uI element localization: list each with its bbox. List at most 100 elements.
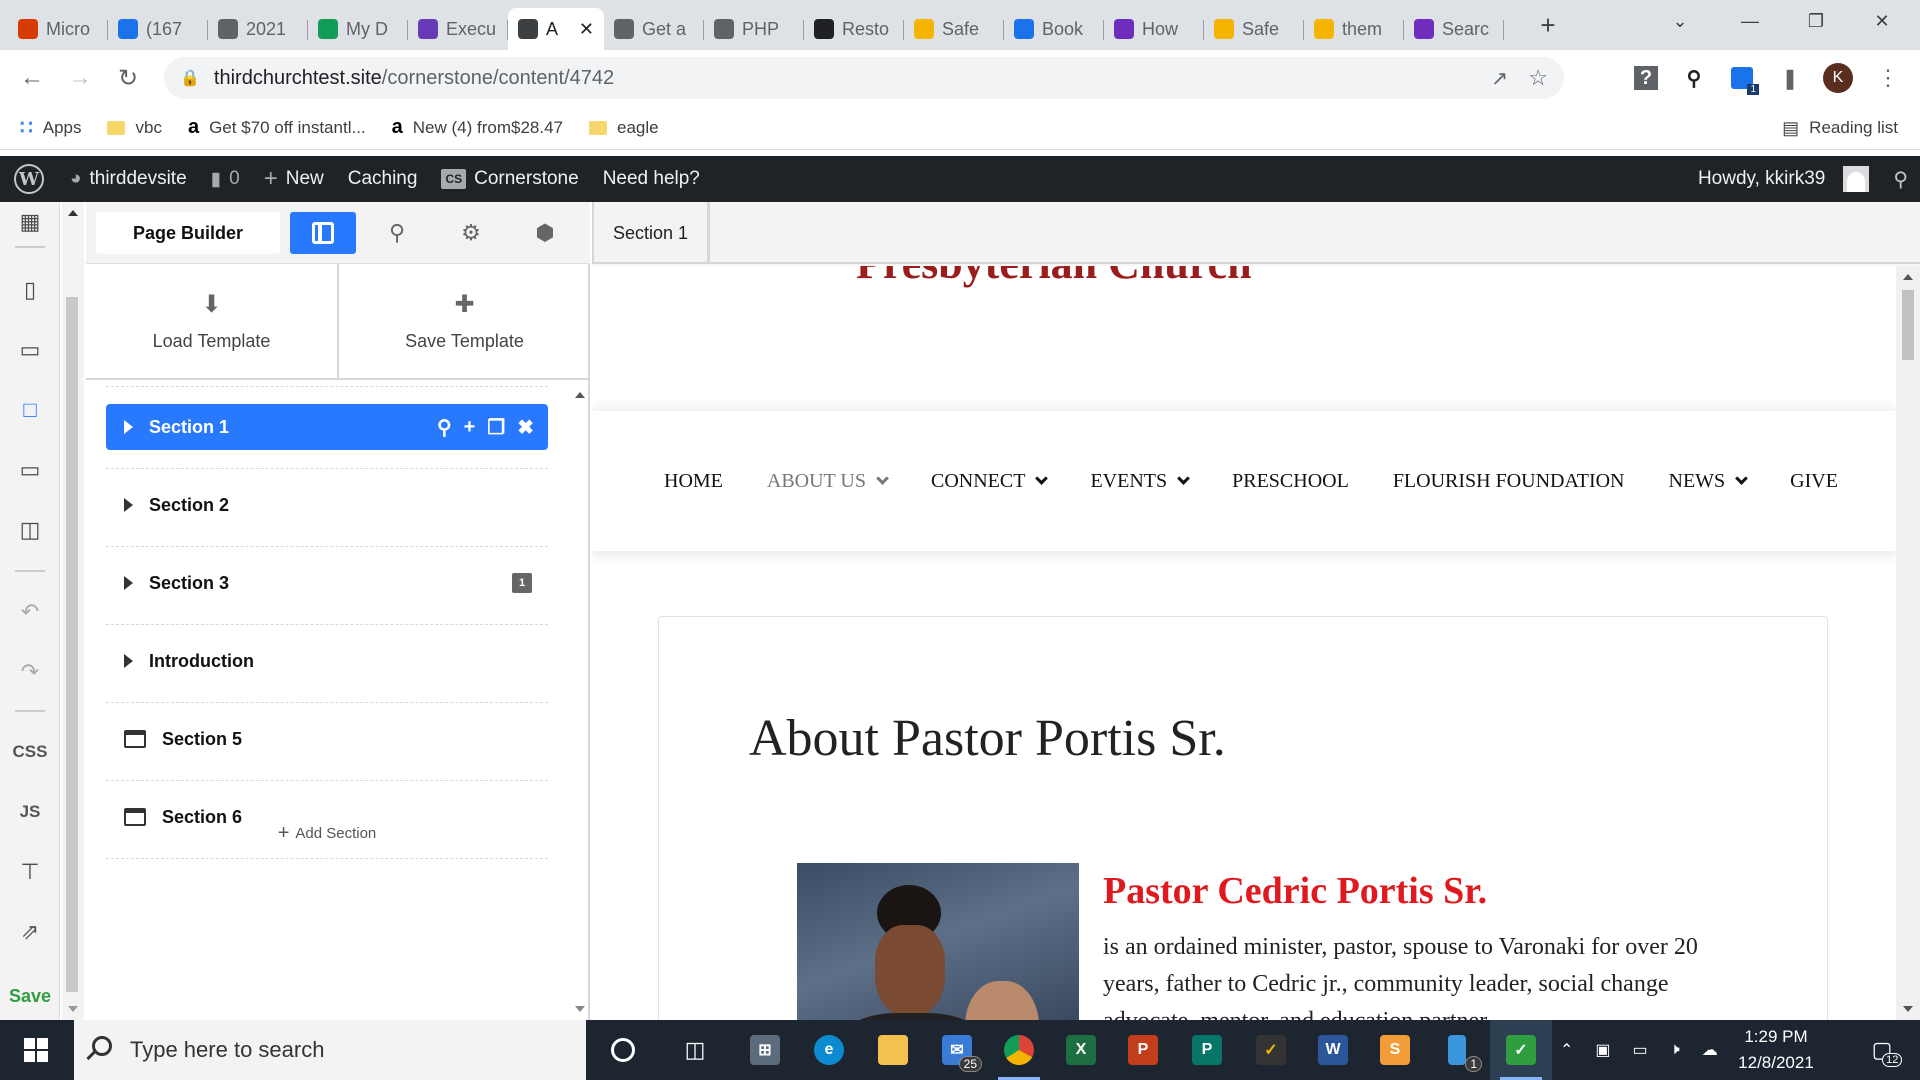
meet-now-icon[interactable]: ▣ — [1595, 1040, 1610, 1060]
settings-gear-icon[interactable]: ⚙ — [438, 212, 504, 254]
sublime-icon[interactable]: S — [1364, 1020, 1426, 1080]
comments-link[interactable]: ▮ 0 — [199, 156, 252, 202]
load-template-button[interactable]: ⬇ Load Template — [86, 264, 337, 378]
browser-tab[interactable]: Safe — [1204, 8, 1304, 50]
monitor-view-icon[interactable]: ◫ — [0, 508, 60, 552]
volume-icon[interactable]: 🕨 — [1670, 1041, 1680, 1059]
back-icon[interactable]: ← — [10, 56, 54, 100]
browser-tab[interactable]: Book — [1004, 8, 1104, 50]
page-builder-tab[interactable]: Page Builder — [96, 212, 280, 254]
need-help-link[interactable]: Need help? — [591, 156, 712, 202]
redo-icon[interactable]: ↷ — [0, 650, 60, 694]
outline-section-item[interactable]: Section 1 ⚲ + ❐ ✖ — [106, 404, 548, 450]
cortana-icon[interactable] — [592, 1020, 654, 1080]
site-nav-item[interactable]: PRESCHOOL — [1232, 470, 1349, 493]
css-editor-button[interactable]: CSS — [0, 730, 60, 774]
bitwarden-extension-icon[interactable]: 1 — [1724, 60, 1760, 96]
site-nav-item[interactable]: FLOURISH FOUNDATION — [1393, 470, 1625, 493]
browser-tab[interactable]: (167 — [108, 8, 208, 50]
norton-active-icon[interactable]: ✓ — [1490, 1020, 1552, 1080]
close-window-button[interactable]: ✕ — [1852, 0, 1912, 42]
browser-tab[interactable]: How — [1104, 8, 1204, 50]
duplicate-icon[interactable]: ❐ — [487, 415, 505, 440]
global-blocks-icon[interactable]: ⬢ — [512, 212, 578, 254]
browser-tab[interactable]: PHP — [704, 8, 804, 50]
bookmark-item[interactable]: eagle — [589, 118, 659, 138]
layout-tab-icon[interactable] — [290, 212, 356, 254]
inspect-search-icon[interactable]: ⚲ — [437, 415, 452, 440]
close-tab-icon[interactable]: ✕ — [579, 19, 594, 40]
address-bar[interactable]: 🔒 thirdchurchtest.site/cornerstone/conte… — [164, 57, 1564, 99]
save-template-button[interactable]: ✚ Save Template — [337, 264, 590, 378]
browser-tab[interactable]: 2021 — [208, 8, 308, 50]
site-nav-item[interactable]: ABOUT US — [767, 470, 889, 493]
bookmark-star-icon[interactable]: ☆ — [1528, 65, 1548, 91]
publisher-icon[interactable]: P — [1176, 1020, 1238, 1080]
browser-tab[interactable]: Safe — [904, 8, 1004, 50]
bookmark-item[interactable]: a Get $70 off instantl... — [188, 116, 366, 139]
battery-icon[interactable]: ▭ — [1633, 1040, 1648, 1060]
powerpoint-icon[interactable]: P — [1112, 1020, 1174, 1080]
onedrive-icon[interactable]: ☁ — [1702, 1040, 1718, 1060]
restore-button[interactable]: ❐ — [1786, 0, 1846, 42]
norton-icon[interactable]: ✓ — [1240, 1020, 1302, 1080]
preview-scrollbar[interactable] — [1896, 266, 1920, 1020]
add-element-plus-icon[interactable]: + — [464, 416, 476, 439]
taskbar-search-input[interactable]: Type here to search — [74, 1020, 586, 1080]
bookmark-item[interactable]: a New (4) from$28.47 — [392, 116, 563, 139]
bookmark-item[interactable]: ∷ Apps — [20, 115, 81, 140]
browser-tab[interactable]: Micro — [8, 8, 108, 50]
caching-link[interactable]: Caching — [336, 156, 430, 202]
font-manager-icon[interactable]: ⊤ — [0, 850, 60, 894]
profile-avatar[interactable]: K — [1820, 60, 1856, 96]
desktop-small-view-icon[interactable]: □ — [0, 388, 60, 432]
minimize-button[interactable]: — — [1720, 0, 1780, 42]
undo-icon[interactable]: ↶ — [0, 590, 60, 634]
delete-trash-icon[interactable]: ✖ — [517, 415, 534, 440]
laptop-view-icon[interactable]: ▭ — [0, 448, 60, 492]
forward-icon[interactable]: → — [58, 56, 102, 100]
wordpress-logo-icon[interactable]: W — [0, 156, 58, 202]
system-clock[interactable]: 1:29 PM 12/8/2021 — [1726, 1024, 1826, 1076]
word-icon[interactable]: W — [1302, 1020, 1364, 1080]
phone-link-icon[interactable]: 1 — [1426, 1020, 1488, 1080]
windows-start-icon[interactable] — [0, 1020, 72, 1080]
site-nav-item[interactable]: GIVE — [1790, 470, 1838, 493]
expand-caret-icon[interactable] — [124, 654, 133, 668]
user-account-menu[interactable]: Howdy, kkirk39 — [1686, 156, 1881, 202]
breadcrumb-section-1[interactable]: Section 1 — [592, 202, 710, 264]
notification-center-icon[interactable]: ▢ 12 — [1852, 1020, 1912, 1080]
browser-tab[interactable]: Execu — [408, 8, 508, 50]
exit-builder-icon[interactable]: ⇗ — [0, 910, 60, 954]
section-box-icon[interactable] — [124, 730, 146, 748]
expand-caret-icon[interactable] — [124, 576, 133, 590]
admin-search-icon[interactable]: ⚲ — [1881, 156, 1920, 202]
site-nav-item[interactable]: NEWS — [1669, 470, 1749, 493]
chrome-menu-icon[interactable]: ⋮ — [1870, 60, 1906, 96]
task-view-icon[interactable]: ◫ — [664, 1020, 726, 1080]
browser-tab[interactable]: My D — [308, 8, 408, 50]
new-content-link[interactable]: + New — [252, 156, 336, 202]
site-name-link[interactable]: ◕ thirddevsite — [58, 156, 199, 202]
chrome-icon[interactable] — [988, 1020, 1050, 1080]
add-element-icon[interactable]: ▦ — [0, 200, 60, 244]
rail-scrollbar[interactable] — [62, 202, 84, 1020]
reading-list-button[interactable]: ▤ Reading list — [1782, 106, 1898, 150]
bookmark-item[interactable]: vbc — [107, 118, 162, 138]
search-extension-icon[interactable]: ⚲ — [1676, 60, 1712, 96]
tab-search-icon[interactable]: ⌄ — [1650, 0, 1710, 42]
tray-chevron-icon[interactable]: ⌃ — [1560, 1040, 1573, 1060]
browser-tab[interactable]: Get a — [604, 8, 704, 50]
mobile-view-icon[interactable]: ▯ — [0, 268, 60, 312]
reload-icon[interactable]: ↻ — [106, 56, 150, 100]
outline-section-item[interactable]: Section 31 — [106, 560, 548, 606]
mail-icon[interactable]: ✉ 25 — [926, 1020, 988, 1080]
cornerstone-link[interactable]: CS Cornerstone — [429, 156, 590, 202]
site-nav-item[interactable]: CONNECT — [931, 470, 1049, 493]
extensions-puzzle-icon[interactable]: ❚ — [1772, 60, 1808, 96]
inspector-search-icon[interactable]: ⚲ — [364, 212, 430, 254]
save-button[interactable]: Save — [0, 974, 60, 1018]
outline-section-item[interactable]: Section 5 — [106, 716, 548, 762]
new-tab-button[interactable]: + — [1526, 4, 1570, 46]
calculator-icon[interactable]: ⊞ — [734, 1020, 796, 1080]
